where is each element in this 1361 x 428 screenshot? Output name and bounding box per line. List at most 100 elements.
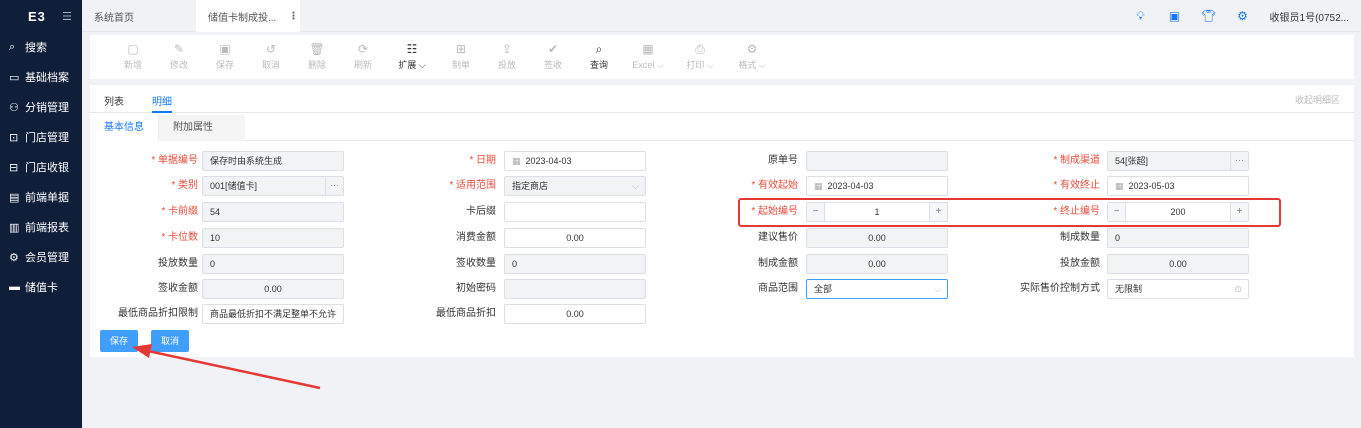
sidebar-item-0[interactable]: ⌕ 搜索 — [0, 32, 82, 62]
valid-from-label: * 有效起始 — [751, 180, 798, 191]
toolbar-item-label: 删除 — [307, 60, 326, 70]
release-amt-field: 0.00 — [1107, 254, 1249, 274]
new-icon: ▢ — [127, 42, 139, 56]
tab-stored-card[interactable]: 储值卡制成投... ⋮ — [196, 0, 300, 32]
calendar-icon: ▦ — [814, 181, 823, 191]
toolbar-item-7[interactable]: ⊞ 制单 — [438, 43, 484, 71]
channel-label: * 制成渠道 — [1053, 155, 1100, 166]
sidebar-item-label: 门店收银 — [25, 162, 69, 174]
sign-qty-field: 0 — [504, 254, 646, 274]
format-icon: ⚙ — [746, 42, 758, 56]
category-picker-button[interactable]: ··· — [325, 177, 343, 195]
tab-list[interactable]: 列表 — [104, 93, 124, 108]
tab-more-icon[interactable]: ⋮ — [288, 11, 298, 22]
toolbar-item-1[interactable]: ✎ 修改 — [156, 43, 202, 71]
digits-field[interactable]: 10 — [202, 228, 344, 248]
detail-panel: 列表 明细 收起明细区 基本信息 附加属性 * 单据编号 保存时由系统生成 * … — [90, 85, 1354, 357]
price-ctrl-select[interactable]: 无限制 ⊙ — [1107, 279, 1249, 299]
sign-amt-field: 0.00 — [202, 279, 344, 299]
min-disc-limit-label: 最低商品折扣限制 — [118, 308, 198, 319]
tab-extra-attrs[interactable]: 附加属性 — [159, 115, 245, 141]
toolbar-item-4[interactable]: 🗑︎ 删除 — [294, 43, 340, 71]
sidebar-item-label: 搜索 — [25, 42, 47, 54]
suffix-field[interactable] — [504, 202, 646, 222]
distribution-icon: ⚇ — [9, 101, 19, 114]
toolbar-item-9[interactable]: ✔ 签收 — [530, 43, 576, 71]
toolbar-item-12[interactable]: ⎙ 打印 ⌵ — [674, 43, 726, 71]
delete-icon: 🗑︎ — [309, 42, 325, 56]
clear-icon[interactable]: ⊙ — [1234, 280, 1242, 298]
channel-field[interactable]: 54[张超] ··· — [1107, 151, 1249, 171]
chevron-down-icon: ⌵ — [330, 309, 337, 319]
logo-bar: E3 ☰ — [0, 0, 82, 32]
tab-home[interactable]: 系统首页 — [82, 0, 192, 32]
date-field[interactable]: ▦ 2023-04-03 — [504, 151, 646, 171]
sub-tabs: 基本信息 附加属性 — [90, 115, 1354, 141]
category-field[interactable]: 001[储值卡] ··· — [202, 176, 344, 196]
sidebar-item-3[interactable]: ⊡ 门店管理 — [0, 122, 82, 152]
made-amt-label: 制成金额 — [758, 258, 798, 269]
sidebar-item-8[interactable]: ▬ 储值卡 — [0, 272, 82, 302]
doc-no-label: * 单据编号 — [151, 155, 198, 166]
init-pwd-label: 初始密码 — [456, 283, 496, 294]
sidebar-item-1[interactable]: ▭ 基础档案 — [0, 62, 82, 92]
toolbar-item-13[interactable]: ⚙ 格式 ⌵ — [726, 43, 778, 71]
toolbar-item-5[interactable]: ⟳ 刷新 — [340, 43, 386, 71]
form-row-6: 签收金额 0.00 初始密码 商品范围 全部 ⌵ 实际售价控制方式 无限制 ⊙ — [90, 279, 1354, 299]
save-icon: ▣ — [219, 42, 231, 56]
toolbar-item-11[interactable]: ▦ Excel ⌵ — [622, 43, 674, 71]
tab-basic-info[interactable]: 基本信息 — [90, 115, 159, 141]
sidebar-item-label: 储值卡 — [25, 282, 58, 294]
undo-icon: ↺ — [265, 42, 277, 56]
sidebar-item-7[interactable]: ⚙ 会员管理 — [0, 242, 82, 272]
suggest-price-field: 0.00 — [806, 228, 948, 248]
sidebar-item-2[interactable]: ⚇ 分销管理 — [0, 92, 82, 122]
sidebar-item-4[interactable]: ⊟ 门店收银 — [0, 152, 82, 182]
shirt-icon[interactable]: 👕︎ — [1192, 9, 1226, 23]
min-disc-limit-select[interactable]: 商品最低折扣不满足整单不允许 ⌵ — [202, 304, 344, 324]
suffix-label: 卡后缀 — [466, 206, 496, 217]
toolbar-item-2[interactable]: ▣ 保存 — [202, 43, 248, 71]
toolbar-item-6[interactable]: ☷ 扩展 ⌵ — [386, 43, 438, 71]
user-menu[interactable]: 收银员1号(0752... — [1260, 9, 1361, 24]
tab-home-label: 系统首页 — [94, 12, 134, 24]
release-qty-field: 0 — [202, 254, 344, 274]
toolbar-item-10[interactable]: ⌕ 查询 — [576, 43, 622, 71]
form-row-4: * 卡位数 10 消费金额 0.00 建议售价 0.00 制成数量 0 — [90, 228, 1354, 248]
save-button[interactable]: 保存 — [100, 330, 138, 352]
toolbar-item-8[interactable]: ⇪ 投放 — [484, 43, 530, 71]
collapse-detail-link[interactable]: 收起明细区 — [1295, 93, 1340, 106]
sidebar-item-6[interactable]: ▥ 前端报表 — [0, 212, 82, 242]
toolbar-item-3[interactable]: ↺ 取消 — [248, 43, 294, 71]
goods-scope-select[interactable]: 全部 ⌵ — [806, 279, 948, 299]
goods-scope-label: 商品范围 — [758, 283, 798, 294]
orig-no-label: 原单号 — [768, 155, 798, 166]
form-row-7: 最低商品折扣限制 商品最低折扣不满足整单不允许 ⌵ 最低商品折扣 0.00 — [90, 304, 1354, 324]
scope-select[interactable]: 指定商店 ⌵ — [504, 176, 646, 196]
toolbar-item-label: 新增 — [123, 60, 142, 70]
tab-detail[interactable]: 明细 — [152, 93, 172, 113]
chevron-down-icon: ⌵ — [632, 181, 639, 191]
highlight-box — [738, 198, 1281, 227]
init-pwd-field[interactable] — [504, 279, 646, 299]
date-label: * 日期 — [469, 155, 496, 166]
valid-from-field[interactable]: ▦ 2023-04-03 — [806, 176, 948, 196]
toolbar-item-label: 投放 — [497, 60, 516, 70]
prefix-field[interactable]: 54 — [202, 202, 344, 222]
valid-to-field[interactable]: ▦ 2023-05-03 — [1107, 176, 1249, 196]
gear-icon[interactable]: ⚙ — [1226, 9, 1260, 23]
bulb-icon[interactable]: 💡︎ — [1124, 9, 1158, 24]
logo: E3 — [28, 8, 46, 24]
cancel-button[interactable]: 取消 — [151, 330, 189, 352]
menu-toggle-icon[interactable]: ☰ — [62, 10, 72, 23]
sidebar: E3 ☰ ⌕ 搜索 ▭ 基础档案 ⚇ 分销管理 ⊡ 门店管理 ⊟ 门店收银 ▤ 前端单据 ▥ 前端报表 ⚙ 会… — [0, 0, 82, 428]
amount-field[interactable]: 0.00 — [504, 228, 646, 248]
form-row-1: * 单据编号 保存时由系统生成 * 日期 ▦ 2023-04-03 原单号 * 制… — [90, 151, 1354, 171]
cashier-icon: ⊟ — [9, 161, 19, 174]
header-actions: 💡︎ ▣ 👕︎ ⚙ 收银员1号(0752... — [1124, 0, 1361, 32]
channel-picker-button[interactable]: ··· — [1230, 152, 1248, 170]
min-disc-field[interactable]: 0.00 — [504, 304, 646, 324]
monitor-icon[interactable]: ▣ — [1158, 9, 1192, 23]
sidebar-item-5[interactable]: ▤ 前端单据 — [0, 182, 82, 212]
toolbar-item-0[interactable]: ▢ 新增 — [110, 43, 156, 71]
